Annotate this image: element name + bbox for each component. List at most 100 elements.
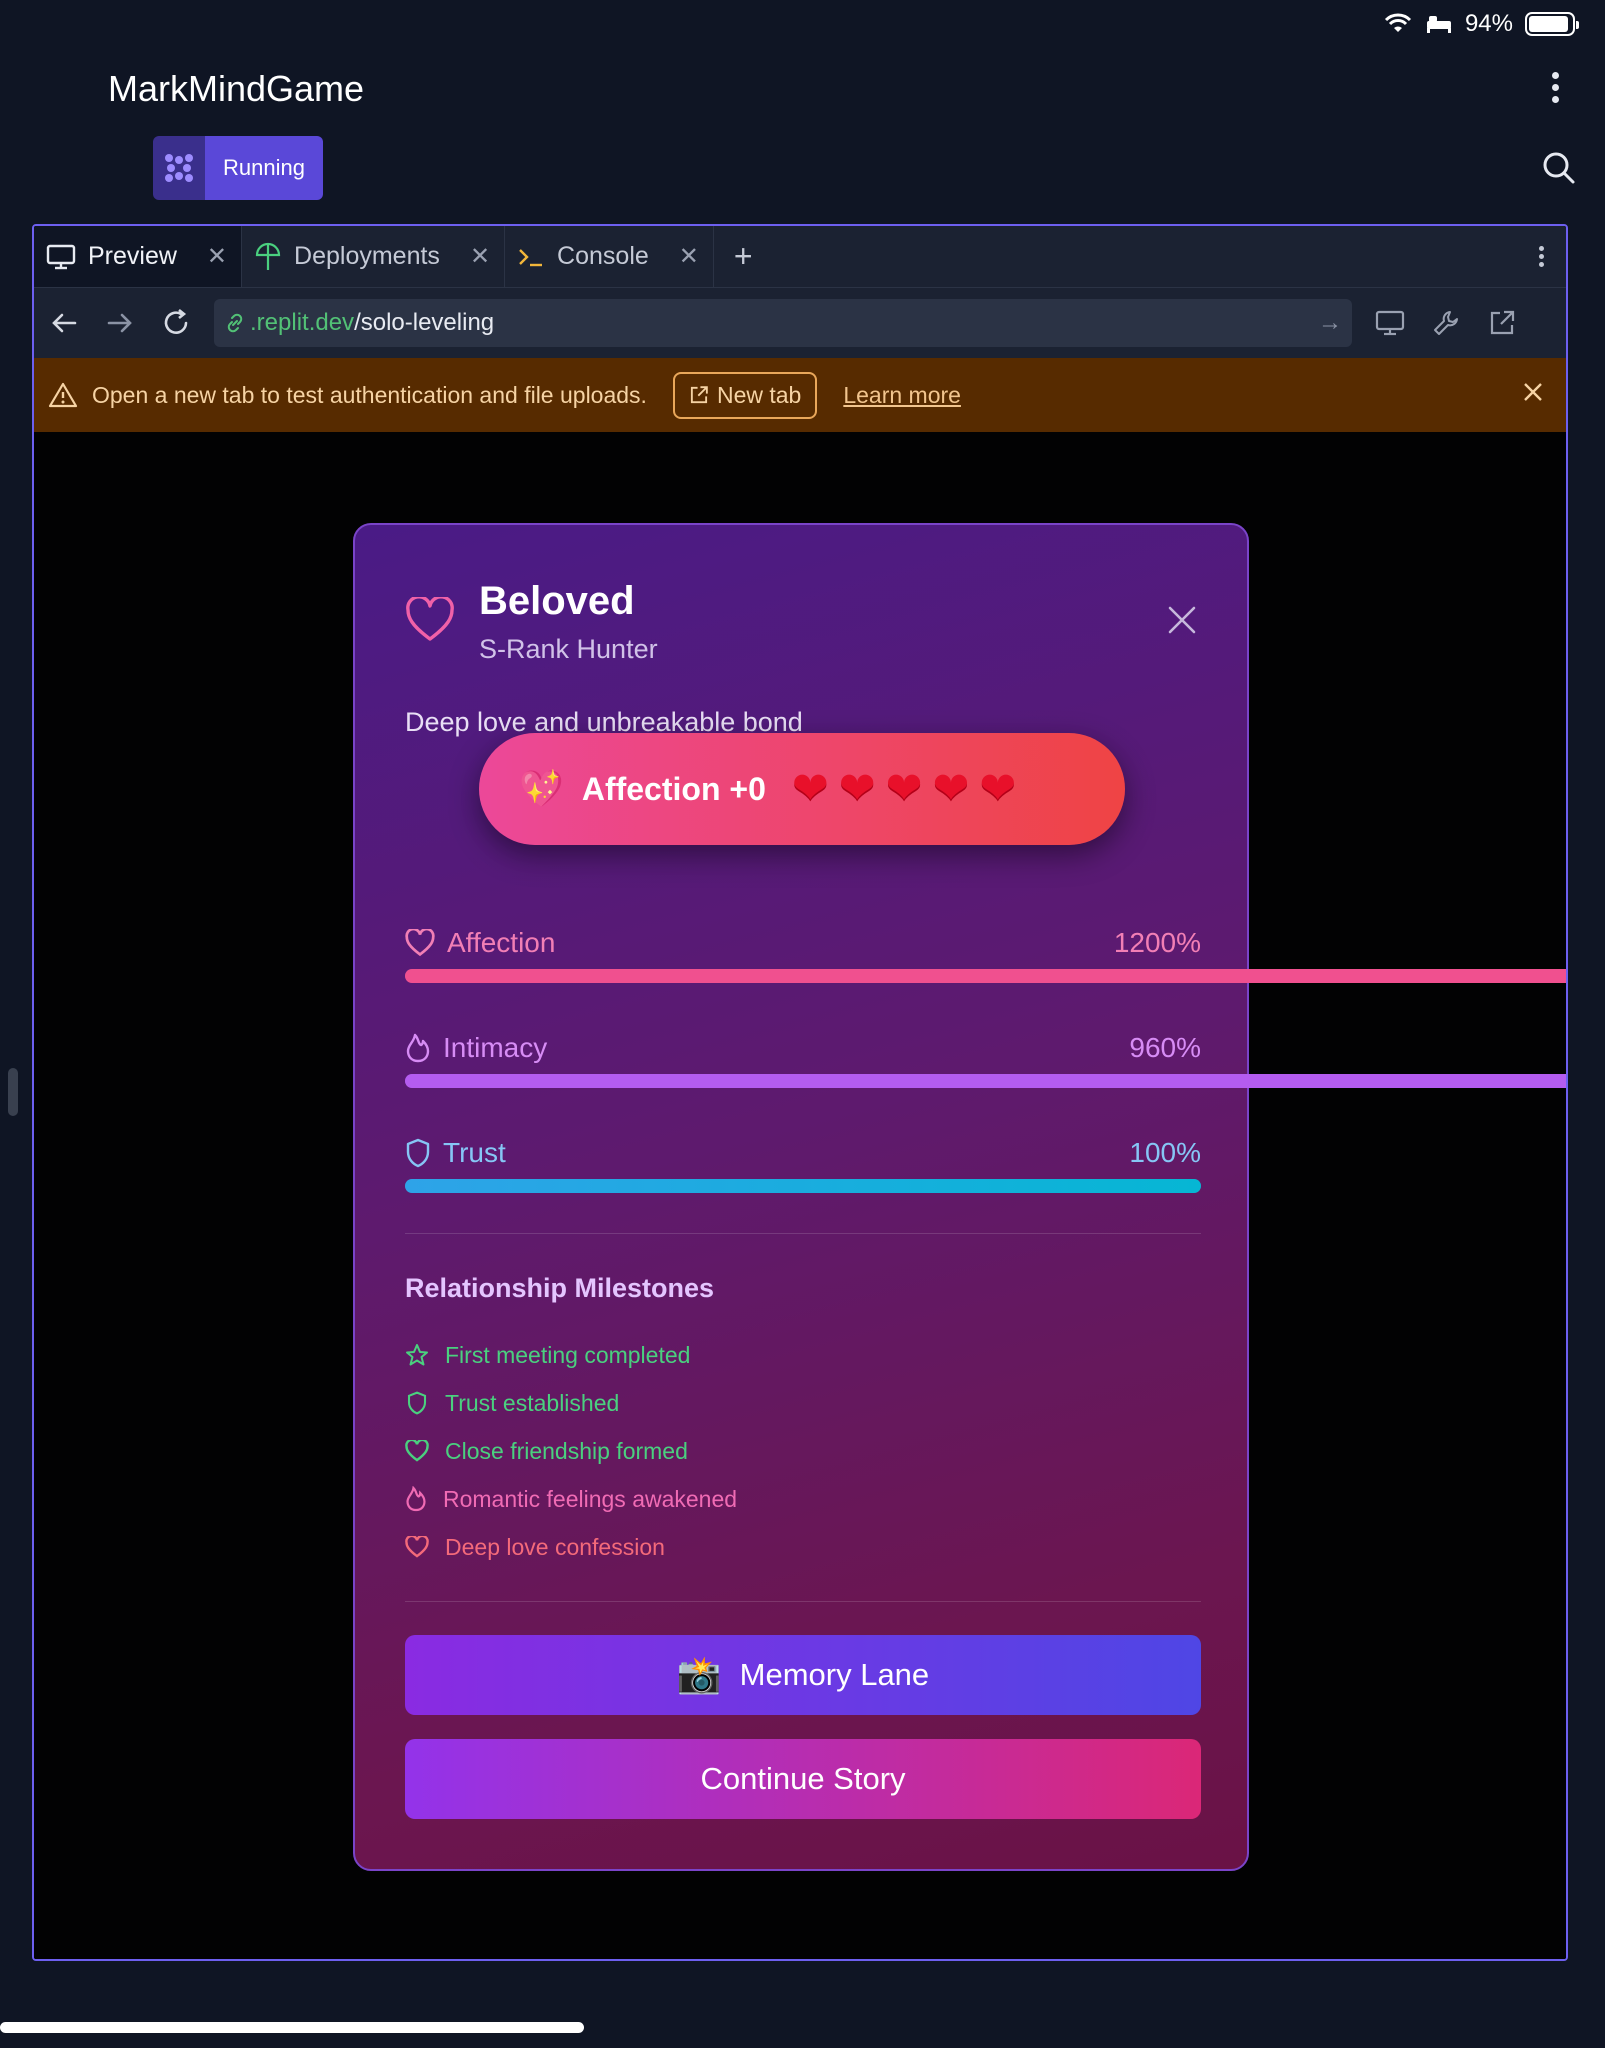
url-input[interactable]: .replit.dev/solo-leveling → xyxy=(214,299,1352,347)
tab-label: Preview xyxy=(88,242,177,270)
heart-icon xyxy=(406,597,454,641)
toast-text: Affection +0 xyxy=(581,770,766,807)
monitor-icon xyxy=(46,244,76,269)
stat-value: 1200% xyxy=(1113,927,1201,958)
sparkling-heart-icon: 💖 xyxy=(519,768,564,809)
open-external-icon xyxy=(690,386,708,404)
relationship-title: Beloved xyxy=(479,579,635,623)
side-drag-handle[interactable] xyxy=(8,1068,18,1116)
tab-bar: Preview ✕ Deployments ✕ Console ✕ + xyxy=(34,226,1566,288)
forward-arrow-icon[interactable] xyxy=(102,305,138,341)
stat-value: 960% xyxy=(1129,1032,1201,1063)
deploy-icon xyxy=(255,242,281,270)
stat-affection: Affection 1200% xyxy=(405,927,1566,983)
new-tab-label: New tab xyxy=(716,381,802,408)
milestone-item: Close friendship formed xyxy=(405,1427,737,1475)
wifi-icon xyxy=(1384,13,1412,32)
relationship-modal: Beloved S-Rank Hunter Deep love and unbr… xyxy=(353,523,1566,1871)
heart-icon: ❤ xyxy=(791,764,829,813)
milestone-item: Trust established xyxy=(405,1379,737,1427)
stat-value: 100% xyxy=(1129,1137,1201,1168)
memory-lane-button[interactable]: 📸 Memory Lane xyxy=(405,1635,1201,1715)
camera-flash-icon: 📸 xyxy=(676,1654,722,1695)
stat-intimacy: Intimacy 960% xyxy=(405,1032,1566,1088)
continue-story-button[interactable]: Continue Story xyxy=(405,1739,1201,1819)
battery-percentage: 94% xyxy=(1464,10,1513,37)
milestone-label: Deep love confession xyxy=(445,1533,665,1560)
milestone-item: Deep love confession xyxy=(405,1523,737,1571)
wrench-icon[interactable] xyxy=(1428,305,1464,341)
more-options-icon[interactable] xyxy=(1545,68,1565,108)
tab-label: Deployments xyxy=(294,242,440,270)
workspace-panel: Preview ✕ Deployments ✕ Console ✕ + .rep… xyxy=(32,224,1568,1961)
flame-icon xyxy=(406,1033,430,1063)
heart-icon xyxy=(405,1536,429,1558)
open-external-icon[interactable] xyxy=(1484,305,1520,341)
tab-options-icon[interactable] xyxy=(1517,226,1566,287)
app-title: MarkMindGame xyxy=(108,68,365,109)
close-banner-icon[interactable] xyxy=(1522,381,1544,409)
flame-icon xyxy=(406,1486,426,1512)
heart-icon: ❤ xyxy=(932,764,970,813)
url-bar: .replit.dev/solo-leveling → xyxy=(34,288,1566,358)
tab-deployments[interactable]: Deployments ✕ xyxy=(242,226,506,287)
shield-icon xyxy=(407,1391,427,1415)
go-arrow-icon[interactable]: → xyxy=(1318,309,1342,337)
tab-label: Console xyxy=(557,242,649,270)
character-rank: S-Rank Hunter xyxy=(479,634,658,664)
add-tab-button[interactable]: + xyxy=(714,226,773,287)
banner-message: Open a new tab to test authentication an… xyxy=(92,381,647,408)
reload-icon[interactable] xyxy=(158,305,194,341)
stat-label: Intimacy xyxy=(443,1032,548,1063)
milestone-item: First meeting completed xyxy=(405,1331,737,1379)
continue-story-label: Continue Story xyxy=(700,1761,906,1796)
affection-toast: 💖 Affection +0 ❤ ❤ ❤ ❤ ❤ xyxy=(479,733,1125,845)
milestone-item: Romantic feelings awakened xyxy=(405,1475,737,1523)
milestone-label: Romantic feelings awakened xyxy=(443,1485,738,1512)
link-icon xyxy=(227,313,243,333)
device-preview-icon[interactable] xyxy=(1372,305,1408,341)
progress-fill xyxy=(405,1179,1201,1193)
shield-icon xyxy=(406,1138,430,1168)
preview-viewport: Beloved S-Rank Hunter Deep love and unbr… xyxy=(34,432,1566,1959)
replit-agent-icon xyxy=(153,136,205,200)
url-domain: .replit.dev xyxy=(250,309,355,336)
run-button[interactable]: Running xyxy=(153,136,323,200)
progress-bar xyxy=(405,969,1566,983)
star-icon xyxy=(406,1344,428,1366)
progress-fill xyxy=(405,1074,1566,1088)
progress-bar xyxy=(405,1179,1201,1193)
home-indicator[interactable] xyxy=(0,2022,584,2033)
memory-lane-label: Memory Lane xyxy=(739,1657,930,1692)
new-tab-button[interactable]: New tab xyxy=(672,371,818,419)
back-arrow-icon[interactable] xyxy=(46,305,82,341)
divider xyxy=(405,1233,1201,1234)
milestone-label: Close friendship formed xyxy=(445,1437,688,1464)
milestone-label: Trust established xyxy=(445,1389,620,1416)
heart-icon xyxy=(405,1440,429,1462)
warning-banner: Open a new tab to test authentication an… xyxy=(34,358,1566,432)
run-status-label: Running xyxy=(205,136,323,200)
close-tab-icon[interactable]: ✕ xyxy=(679,242,699,271)
heart-icon: ❤ xyxy=(979,764,1017,813)
toast-hearts: ❤ ❤ ❤ ❤ ❤ xyxy=(792,767,1016,811)
heart-icon: ❤ xyxy=(885,764,923,813)
stat-label: Trust xyxy=(443,1137,506,1168)
milestones-title: Relationship Milestones xyxy=(405,1273,715,1303)
tab-console[interactable]: Console ✕ xyxy=(505,226,714,287)
terminal-icon xyxy=(519,248,543,266)
close-icon[interactable] xyxy=(1167,605,1197,640)
learn-more-link[interactable]: Learn more xyxy=(843,382,961,409)
modal-header: Beloved S-Rank Hunter xyxy=(405,579,658,665)
stat-trust: Trust 100% xyxy=(405,1137,1201,1193)
stat-label: Affection xyxy=(447,927,556,958)
search-icon[interactable] xyxy=(1541,150,1577,186)
milestones-list: First meeting completed Trust establishe… xyxy=(405,1331,737,1571)
close-tab-icon[interactable]: ✕ xyxy=(470,242,490,271)
milestone-label: First meeting completed xyxy=(445,1341,691,1368)
status-bar: 94% xyxy=(1383,8,1579,40)
close-tab-icon[interactable]: ✕ xyxy=(207,242,227,271)
url-path: /solo-leveling xyxy=(354,309,495,336)
tab-preview[interactable]: Preview ✕ xyxy=(34,226,243,287)
heart-icon: ❤ xyxy=(838,764,876,813)
